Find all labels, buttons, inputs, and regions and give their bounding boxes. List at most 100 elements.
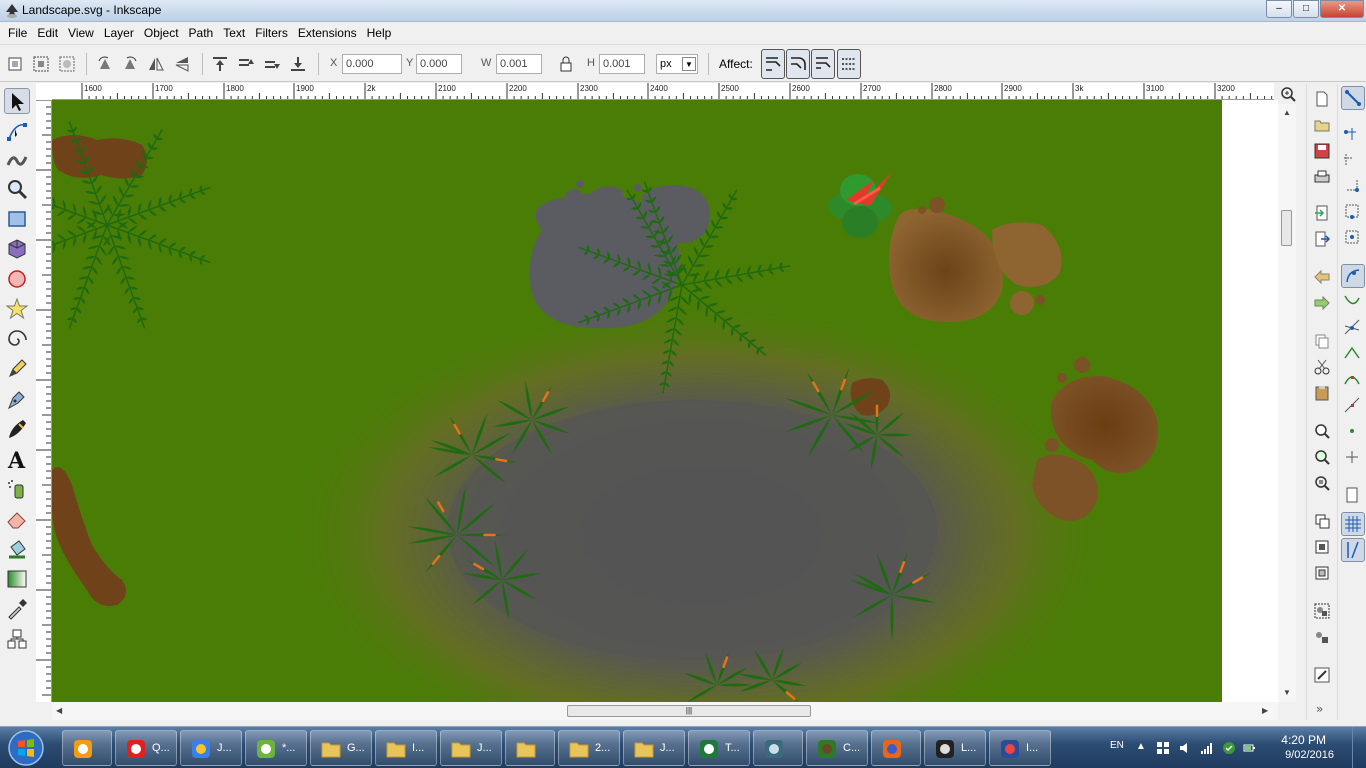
scale-corners-toggle[interactable] xyxy=(786,49,810,79)
drawing-canvas[interactable] xyxy=(52,100,1278,702)
gradient-tool[interactable] xyxy=(4,566,30,592)
x-field[interactable] xyxy=(342,54,402,74)
taskbar-button[interactable] xyxy=(871,730,921,766)
snap-bbox-midpoints-icon[interactable] xyxy=(1341,200,1365,224)
h-field[interactable] xyxy=(599,54,645,74)
menu-layer[interactable]: Layer xyxy=(99,22,139,44)
import-icon[interactable] xyxy=(1313,204,1331,222)
xml-editor-icon[interactable] xyxy=(1313,666,1331,684)
snap-bbox-edges-icon[interactable] xyxy=(1341,148,1365,172)
copy-icon[interactable] xyxy=(1313,332,1331,350)
snap-intersections-icon[interactable] xyxy=(1341,316,1365,340)
taskbar-button[interactable]: Q... xyxy=(115,730,177,766)
menu-extensions[interactable]: Extensions xyxy=(293,22,362,44)
menu-text[interactable]: Text xyxy=(218,22,250,44)
taskbar-button[interactable]: 2... xyxy=(558,730,620,766)
print-icon[interactable] xyxy=(1313,168,1331,186)
new-document-icon[interactable] xyxy=(1313,90,1331,108)
paste-icon[interactable] xyxy=(1313,384,1331,402)
taskbar-button[interactable]: I... xyxy=(989,730,1051,766)
w-input[interactable] xyxy=(497,55,541,73)
maximize-button[interactable]: □ xyxy=(1293,0,1319,18)
taskbar-button[interactable] xyxy=(62,730,112,766)
flip-horizontal-icon[interactable] xyxy=(147,55,165,73)
transform-patterns-toggle[interactable] xyxy=(837,49,861,79)
lower-to-bottom-icon[interactable] xyxy=(289,55,307,73)
vertical-scroll-thumb[interactable] xyxy=(1281,210,1292,246)
transform-gradients-toggle[interactable] xyxy=(811,49,835,79)
language-indicator[interactable]: EN xyxy=(1110,740,1124,751)
y-field[interactable] xyxy=(416,54,462,74)
taskbar-button[interactable]: J... xyxy=(623,730,685,766)
more-commands-icon[interactable]: » xyxy=(1313,700,1331,718)
taskbar-button[interactable] xyxy=(505,730,555,766)
star-tool[interactable] xyxy=(4,296,30,322)
snap-page-border-icon[interactable] xyxy=(1341,484,1365,508)
menu-view[interactable]: View xyxy=(63,22,99,44)
spiral-tool[interactable] xyxy=(4,326,30,352)
clock-date[interactable]: 9/02/2016 xyxy=(1285,749,1334,761)
raise-icon[interactable] xyxy=(237,55,255,73)
duplicate-icon[interactable] xyxy=(1313,512,1331,530)
calligraphy-tool[interactable] xyxy=(4,416,30,442)
pen-tool[interactable] xyxy=(4,386,30,412)
zoom-corner-icon[interactable] xyxy=(1280,86,1296,102)
clone-icon[interactable] xyxy=(1313,538,1331,556)
undo-icon[interactable] xyxy=(1313,268,1331,286)
group-icon[interactable] xyxy=(1313,602,1331,620)
redo-icon[interactable] xyxy=(1313,294,1331,312)
bucket-tool[interactable] xyxy=(4,536,30,562)
taskbar-button[interactable]: *... xyxy=(245,730,307,766)
menu-file[interactable]: File xyxy=(3,22,32,44)
eraser-tool[interactable] xyxy=(4,506,30,532)
box3d-tool[interactable] xyxy=(4,236,30,262)
unit-select[interactable]: px ▼ xyxy=(656,54,698,74)
spray-tool[interactable] xyxy=(4,476,30,502)
rotate-cw-icon[interactable] xyxy=(121,55,139,73)
lower-icon[interactable] xyxy=(263,55,281,73)
snap-paths-icon[interactable] xyxy=(1341,290,1365,314)
horizontal-scroll-thumb[interactable]: ||| xyxy=(567,705,811,717)
taskbar-button[interactable]: J... xyxy=(180,730,242,766)
snap-grid-icon[interactable] xyxy=(1341,512,1365,536)
rotate-ccw-icon[interactable] xyxy=(96,55,114,73)
scroll-left-icon[interactable]: ◀ xyxy=(56,706,62,715)
taskbar-button[interactable]: L... xyxy=(924,730,986,766)
network-icon[interactable] xyxy=(1200,741,1214,755)
taskbar-button[interactable] xyxy=(753,730,803,766)
taskbar-button[interactable]: C... xyxy=(806,730,868,766)
pencil-tool[interactable] xyxy=(4,356,30,382)
start-button[interactable] xyxy=(4,728,48,768)
power-icon[interactable] xyxy=(1242,741,1256,755)
zoom-selection-icon[interactable] xyxy=(1313,422,1331,440)
y-input[interactable] xyxy=(417,55,461,73)
rect-tool[interactable] xyxy=(4,206,30,232)
snap-midpoints-icon[interactable] xyxy=(1341,394,1365,418)
w-field[interactable] xyxy=(496,54,542,74)
vertical-scrollbar[interactable]: ▲ ▼ xyxy=(1278,104,1296,702)
cut-icon[interactable] xyxy=(1313,358,1331,376)
show-desktop-button[interactable] xyxy=(1352,727,1366,768)
select-all-layers-icon[interactable] xyxy=(32,55,50,73)
vertical-ruler[interactable] xyxy=(36,100,52,702)
tweak-tool[interactable] xyxy=(4,146,30,172)
minimize-button[interactable]: – xyxy=(1266,0,1292,18)
horizontal-ruler[interactable]: 1600 1700 1800 1900 2k 2100 2200 2300 2400 2500 26… xyxy=(52,83,1274,100)
clock-time[interactable]: 4:20 PM xyxy=(1281,733,1326,747)
snap-toggle-icon[interactable] xyxy=(1341,86,1365,110)
text-tool[interactable]: A xyxy=(4,446,30,474)
unlink-clone-icon[interactable] xyxy=(1313,564,1331,582)
snap-bbox-centers-icon[interactable] xyxy=(1341,226,1365,250)
menu-object[interactable]: Object xyxy=(139,22,184,44)
scale-stroke-toggle[interactable] xyxy=(761,49,785,79)
snap-cusp-nodes-icon[interactable] xyxy=(1341,342,1365,366)
dropper-tool[interactable] xyxy=(4,596,30,622)
open-folder-icon[interactable] xyxy=(1313,116,1331,134)
connector-tool[interactable] xyxy=(4,626,30,652)
taskbar-button[interactable]: G... xyxy=(310,730,372,766)
taskbar-button[interactable]: T... xyxy=(688,730,750,766)
taskbar-button[interactable]: J... xyxy=(440,730,502,766)
snap-guides-icon[interactable] xyxy=(1341,538,1365,562)
volume-icon[interactable] xyxy=(1178,741,1192,755)
node-tool[interactable] xyxy=(4,118,30,144)
